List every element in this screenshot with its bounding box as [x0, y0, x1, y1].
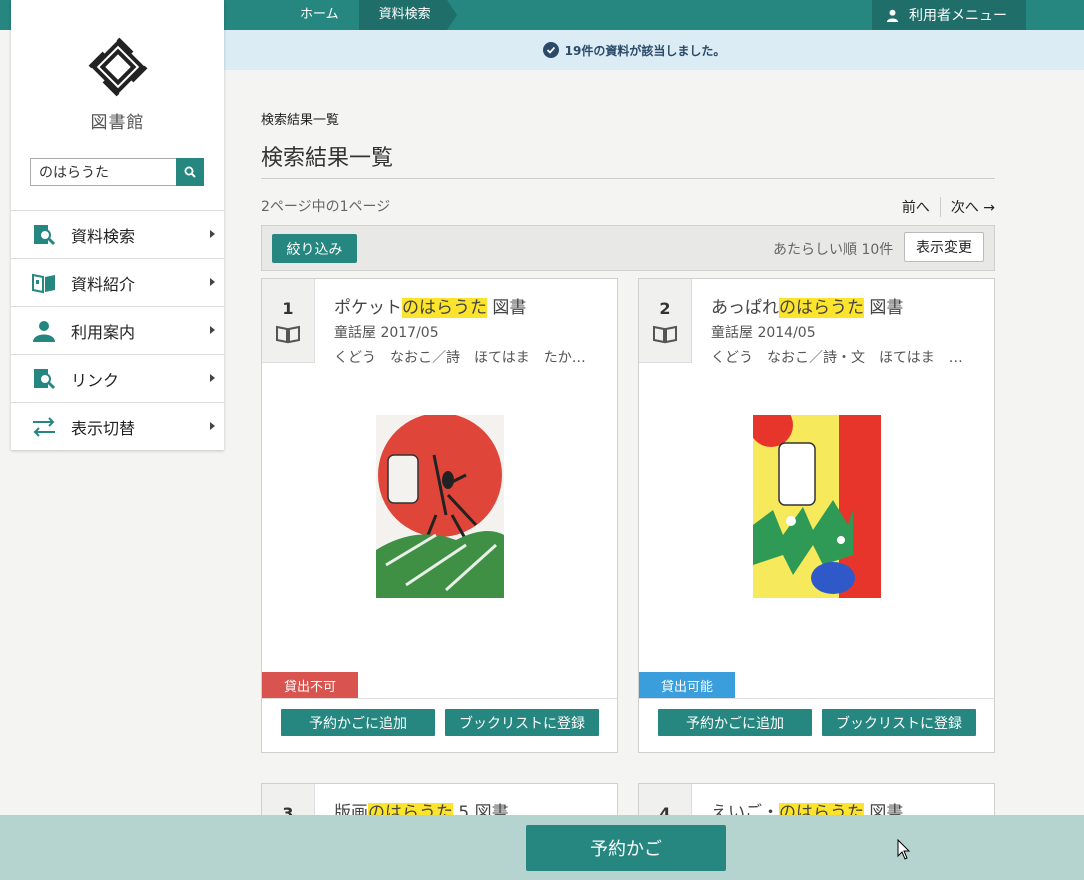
title-text: ポケット	[334, 298, 402, 318]
sidebar-item-links[interactable]: リンク	[11, 354, 224, 402]
open-book-icon	[31, 270, 57, 296]
sidebar-item-introduction[interactable]: 資料紹介	[11, 258, 224, 306]
book-icon	[653, 325, 677, 344]
section-label: 検索結果一覧	[261, 113, 340, 128]
title-type: 図書	[487, 298, 527, 318]
main-content: 検索結果一覧 検索結果一覧 2ページ中の1ページ 前へ 次へ → 絞り込み あた…	[261, 100, 995, 271]
title-highlight: のはらうた	[402, 298, 487, 318]
pager: 前へ 次へ →	[902, 197, 995, 217]
chevron-right-icon	[210, 278, 215, 286]
author: くどう なおこ／詩 ほてはま たかし／絵	[334, 350, 590, 366]
sidebar: 図書館 資料検索 資料紹介 利用案内	[11, 0, 224, 450]
result-card: 2 あっぱれのはらうた 図書 童話屋 2014/05 くどう なおこ／詩・文 ほ…	[638, 278, 995, 753]
sidebar-search	[30, 158, 204, 186]
library-name: 図書館	[90, 113, 145, 133]
result-number-box: 1	[262, 279, 315, 363]
title-text: あっぱれ	[711, 298, 779, 318]
sidebar-menu: 資料検索 資料紹介 利用案内 リンク 表示切替	[11, 210, 224, 450]
add-to-cart-button[interactable]: 予約かごに追加	[281, 709, 435, 736]
book-cover-image[interactable]	[753, 415, 881, 598]
link-search-icon	[31, 366, 57, 392]
prev-page-link[interactable]: 前へ	[902, 197, 941, 217]
sidebar-item-display-toggle[interactable]: 表示切替	[11, 402, 224, 450]
reservation-cart-button[interactable]: 予約かご	[526, 825, 726, 871]
person-icon	[31, 318, 57, 344]
sidebar-item-label: リンク	[71, 370, 120, 390]
page-count: 2ページ中の1ページ	[261, 199, 391, 215]
breadcrumb: ホーム 資料検索	[280, 0, 457, 30]
book-icon	[276, 325, 300, 344]
status-badge: 貸出可能	[639, 672, 735, 698]
result-title[interactable]: ポケットのはらうた 図書	[334, 293, 526, 318]
status-badge: 貸出不可	[262, 672, 358, 698]
sort-label: あたらしい順 10件	[773, 242, 894, 258]
mouse-cursor-icon	[897, 839, 911, 860]
add-to-booklist-button[interactable]: ブックリストに登録	[445, 709, 599, 736]
chevron-right-icon	[210, 326, 215, 334]
page-title: 検索結果一覧	[261, 140, 995, 179]
user-icon	[886, 9, 899, 22]
bottom-bar: 予約かご	[0, 815, 1084, 880]
sidebar-item-search[interactable]: 資料検索	[11, 210, 224, 258]
result-card: 1 ポケットのはらうた 図書 童話屋 2017/05 くどう なおこ／詩 ほては…	[261, 278, 618, 753]
search-button[interactable]	[176, 158, 204, 186]
user-menu-button[interactable]: 利用者メニュー	[872, 0, 1026, 30]
chevron-right-icon	[210, 230, 215, 238]
author: くどう なおこ／詩・文 ほてはま たかし／絵	[711, 350, 967, 366]
result-number: 1	[282, 299, 294, 318]
card-actions: 予約かごに追加 ブックリストに登録	[639, 698, 994, 753]
result-number-box: 2	[639, 279, 692, 363]
publisher-date: 童話屋 2014/05	[711, 325, 816, 341]
result-notice: 19件の資料が該当しました。	[224, 30, 1084, 70]
card-actions: 予約かごに追加 ブックリストに登録	[262, 698, 617, 753]
next-page-link[interactable]: 次へ →	[941, 197, 995, 217]
notice-text: 19件の資料が該当しました。	[564, 43, 726, 58]
result-toolbar: 絞り込み あたらしい順 10件 表示変更	[261, 225, 995, 271]
title-highlight: のはらうた	[779, 298, 864, 318]
breadcrumb-home[interactable]: ホーム	[280, 0, 359, 30]
sidebar-item-label: 利用案内	[71, 322, 136, 342]
display-change-button[interactable]: 表示変更	[904, 232, 984, 262]
check-circle-icon	[542, 42, 559, 58]
library-logo-icon[interactable]	[87, 36, 149, 98]
swap-arrows-icon	[31, 414, 57, 440]
sidebar-item-label: 資料検索	[71, 226, 136, 246]
chevron-right-icon	[210, 422, 215, 430]
result-number: 2	[659, 299, 671, 318]
sidebar-item-label: 表示切替	[71, 418, 136, 438]
pagination-bar: 2ページ中の1ページ 前へ 次へ →	[261, 191, 995, 223]
user-menu-label: 利用者メニュー	[909, 8, 1007, 24]
search-input[interactable]	[30, 158, 176, 186]
breadcrumb-current: 資料検索	[358, 0, 457, 30]
publisher-date: 童話屋 2017/05	[334, 325, 439, 341]
search-doc-icon	[31, 222, 57, 248]
search-icon	[184, 166, 196, 178]
add-to-booklist-button[interactable]: ブックリストに登録	[822, 709, 976, 736]
filter-button[interactable]: 絞り込み	[272, 234, 357, 263]
add-to-cart-button[interactable]: 予約かごに追加	[658, 709, 812, 736]
sidebar-item-label: 資料紹介	[71, 274, 136, 294]
title-type: 図書	[864, 298, 904, 318]
result-title[interactable]: あっぱれのはらうた 図書	[711, 293, 903, 318]
sidebar-item-guide[interactable]: 利用案内	[11, 306, 224, 354]
chevron-right-icon	[210, 374, 215, 382]
book-cover-image[interactable]	[376, 415, 504, 598]
